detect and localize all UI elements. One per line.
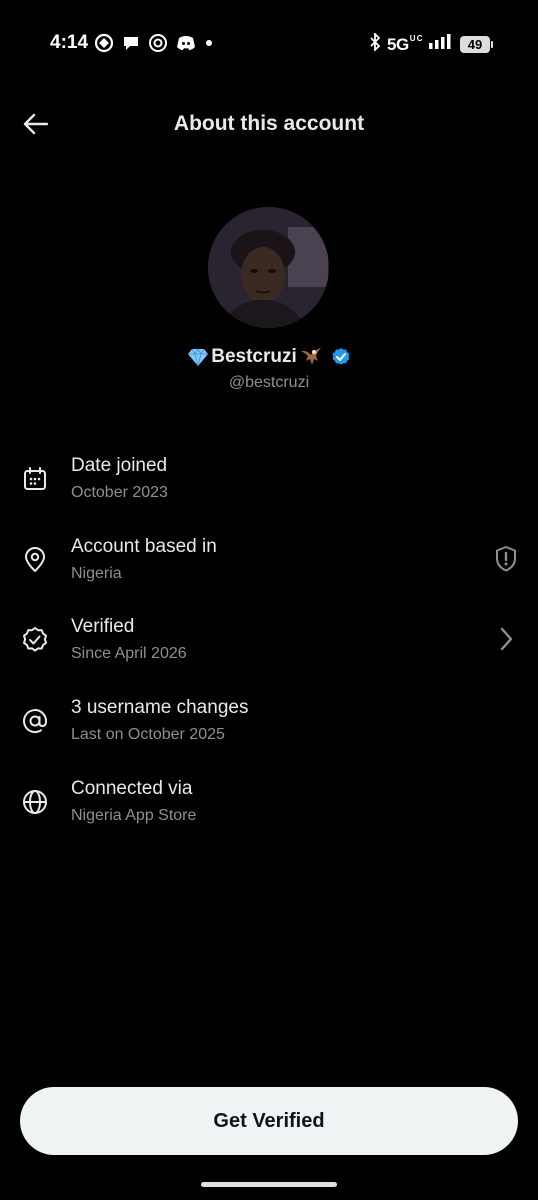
info-title: Verified [71, 616, 135, 637]
at-sign-icon [20, 706, 50, 736]
info-item-account-based-in[interactable]: Account based in Nigeria [0, 531, 538, 603]
info-subtitle: Since April 2026 [71, 645, 187, 662]
network-label: 5GU C [387, 33, 422, 54]
chat-icon [122, 34, 140, 52]
signal-app-icon [94, 33, 114, 53]
avatar[interactable] [208, 207, 329, 328]
info-subtitle: Nigeria [71, 565, 122, 582]
verified-badge-outline-icon [20, 625, 50, 655]
display-name: Bestcruzi [211, 346, 297, 367]
info-item-connected-via: Connected via Nigeria App Store [0, 773, 538, 845]
page-title: About this account [173, 112, 365, 135]
calendar-icon [20, 464, 50, 494]
signal-bars-icon [428, 34, 454, 55]
info-subtitle: Nigeria App Store [71, 807, 197, 824]
eagle-icon [299, 346, 323, 368]
info-subtitle: Last on October 2025 [71, 726, 225, 743]
location-pin-icon [20, 545, 50, 575]
shield-alert-icon[interactable] [492, 545, 520, 573]
info-title: 3 username changes [71, 697, 249, 718]
info-item-verified[interactable]: Verified Since April 2026 [0, 611, 538, 683]
chevron-right-icon[interactable] [492, 625, 520, 653]
profile-name-row: Bestcruzi [0, 346, 538, 368]
info-item-date-joined: Date joined October 2023 [0, 450, 538, 522]
battery-icon: 49 [460, 36, 493, 53]
info-title: Connected via [71, 778, 193, 799]
status-time: 4:14 [50, 32, 89, 53]
header: About this account [0, 96, 538, 156]
bluetooth-icon [369, 31, 381, 56]
globe-icon [20, 787, 50, 817]
status-right: 5GU C 49 [369, 31, 493, 56]
handle: @bestcruzi [228, 374, 310, 391]
dot-icon [204, 38, 214, 48]
status-left-icons [94, 33, 214, 53]
home-indicator[interactable] [201, 1182, 337, 1187]
info-title: Account based in [71, 536, 217, 557]
gem-icon [187, 347, 209, 367]
discord-icon [176, 34, 196, 52]
info-title: Date joined [71, 455, 168, 476]
info-subtitle: October 2023 [71, 484, 168, 501]
get-verified-button[interactable]: Get Verified [20, 1087, 518, 1155]
threads-icon [148, 33, 168, 53]
verified-badge-icon [331, 347, 351, 367]
status-bar: 4:14 5GU C 49 [0, 0, 538, 88]
info-item-username-changes: 3 username changes Last on October 2025 [0, 692, 538, 764]
